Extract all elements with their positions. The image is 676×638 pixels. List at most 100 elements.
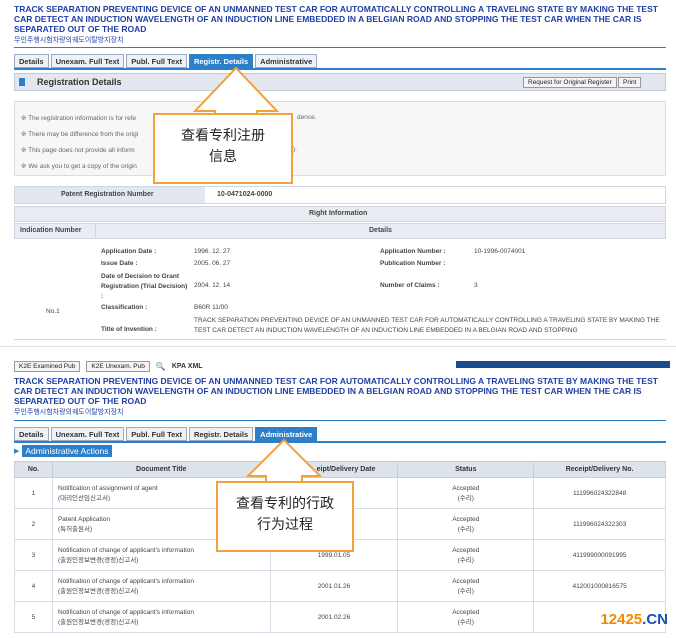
title-of-invention-label: Title of Invention : (101, 326, 157, 333)
right-info-record: No.1 Application Date : 1996. 12. 27 Iss… (14, 240, 666, 340)
callout-2-arrow-icon (245, 438, 323, 482)
notice-line-2: ※ There may be difference from the origi (21, 131, 139, 138)
watermark-domain: .CN (642, 611, 668, 628)
watermark-number: 12425 (600, 611, 643, 628)
decision-date: 2004. 12. 14 (194, 282, 231, 289)
notice-line-1: ※ The registration information is for re… (21, 115, 137, 122)
table-row: 4 Notification of change of applicant's … (14, 570, 666, 602)
right-information-row: Right Information (14, 206, 666, 222)
admin-actions-header: ▶ Administrative Actions (14, 445, 112, 457)
col-divider (95, 224, 96, 238)
triangle-right-icon: ▶ (14, 448, 20, 455)
row-status: Accepted (수리) (397, 601, 535, 633)
panel1-title: TRACK SEPARATION PREVENTING DEVICE OF AN… (14, 4, 658, 34)
row-no: 2 (14, 508, 53, 540)
decision-date-label: Date of Decision to Grant Registration (… (101, 273, 188, 300)
panel1-title-korean: 무인주행시험차량의궤도이탈방지장치 (14, 37, 124, 44)
row-status: Accepted (수리) (397, 539, 535, 571)
status-ko: (수리) (457, 556, 474, 564)
row-date: 2001.01.26 (269, 570, 399, 602)
notice-line-3: ※ This page does not provide all inform (21, 147, 135, 154)
kpa-xml-icon: 🔍 (155, 362, 166, 371)
export-toolbar: K2E Examined Pub K2E Unexam. Pub 🔍 KPA X… (14, 361, 203, 372)
document-title-ko: (출원인정보변경(경정)신고서) (57, 618, 139, 626)
callout-2-text: 查看专利的行政行为过程 (236, 495, 334, 532)
notice-box: ※ The registration information is for re… (14, 101, 666, 176)
status-ko: (수리) (457, 494, 474, 502)
tab-publ-full-text[interactable]: Publ. Full Text (126, 54, 187, 68)
indication-number-label: Indication Number (20, 227, 82, 234)
indication-header-row: Indication Number Details (14, 223, 666, 239)
notice-line-3-tail: ). (293, 146, 297, 153)
status-en: Accepted (452, 546, 480, 554)
document-title-ko: (출원인정보변경(경정)신고서) (57, 556, 139, 564)
k2e-unexam-pub-button[interactable]: K2E Unexam. Pub (86, 361, 150, 372)
site-watermark: 12425.CN (600, 611, 668, 628)
callout-registration-info: 查看专利注册信息 (153, 113, 293, 184)
issue-date: 2005. 06. 27 (194, 260, 231, 267)
classification: B60R 11/00 (194, 304, 228, 311)
indication-no: No.1 (46, 308, 60, 315)
document-title-en: Notification of change of applicant's in… (57, 608, 194, 616)
panel2-rule (14, 420, 666, 421)
status-en: Accepted (452, 484, 480, 492)
status-ko: (수리) (457, 587, 474, 595)
k2e-examined-pub-button[interactable]: K2E Examined Pub (14, 361, 81, 372)
row-receipt-no: 111996024322303 (533, 508, 666, 540)
panel2-tab-rule (14, 441, 666, 443)
patent-reg-value: 10-0471024-0000 (217, 191, 273, 198)
row-receipt-no: 411999000091995 (533, 539, 666, 571)
notice-line-4: ※ We ask you to get a copy of the origin (21, 163, 137, 170)
row-document-title[interactable]: Notification of change of applicant's in… (51, 601, 271, 633)
patent-reg-label: Patent Registration Number (61, 191, 154, 198)
utility-bar (456, 361, 670, 368)
row-receipt-no: 111996024322848 (533, 477, 666, 509)
panel2-title-korean: 무인주행시험차량의궤도이탈방지장치 (14, 409, 124, 416)
status-ko: (수리) (457, 618, 474, 626)
status-en: Accepted (452, 608, 480, 616)
registration-details-header: Registration Details Request for Origina… (14, 73, 666, 91)
tab-details[interactable]: Details (14, 54, 49, 68)
status-en: Accepted (452, 515, 480, 523)
col-no: No. (14, 461, 53, 478)
panel2-title: TRACK SEPARATION PREVENTING DEVICE OF AN… (14, 376, 658, 406)
panel1-rule (14, 47, 666, 48)
table-row: 5 Notification of change of applicant's … (14, 601, 666, 633)
tab-unexam-full-text[interactable]: Unexam. Full Text (50, 54, 125, 68)
classification-label: Classification : (101, 304, 148, 311)
document-title-en: Notification of change of applicant's in… (57, 577, 194, 585)
row-no: 1 (14, 477, 53, 509)
row-receipt-no: 412001000816575 (533, 570, 666, 602)
row-date: 2001.02.26 (269, 601, 399, 633)
print-button[interactable]: Print (618, 77, 642, 88)
number-of-claims-label: Number of Claims : (380, 282, 440, 289)
admin-actions-title: Administrative Actions (22, 445, 112, 457)
status-ko: (수리) (457, 525, 474, 533)
callout-1-text: 查看专利注册信息 (181, 127, 265, 164)
publication-number-label: Publication Number : (380, 260, 446, 267)
application-date-label: Application Date : (101, 248, 157, 255)
table-header-row: No. Document Title eipt/Delivery Date St… (14, 461, 666, 478)
section-marker-icon (19, 78, 25, 86)
row-status: Accepted (수리) (397, 508, 535, 540)
callout-administrative-process: 查看专利的行政行为过程 (216, 481, 354, 552)
patent-registration-row: Patent Registration Number 10-0471024-00… (14, 186, 666, 204)
notice-line-1-tail: dence. (297, 114, 317, 121)
title-of-invention: TRACK SEPARATION PREVENTING DEVICE OF AN… (194, 317, 660, 334)
kpa-xml-link[interactable]: KPA XML (172, 363, 203, 370)
application-number: 10-1996-0074001 (474, 248, 526, 255)
panel-divider (0, 346, 676, 347)
tab-publ-full-text[interactable]: Publ. Full Text (126, 427, 187, 441)
right-information-label: Right Information (309, 210, 368, 217)
request-original-register-button[interactable]: Request for Original Register (523, 77, 617, 88)
document-title-ko: (출원인정보변경(경정)신고서) (57, 587, 139, 595)
tab-unexam-full-text[interactable]: Unexam. Full Text (50, 427, 125, 441)
col-document-title: Document Title (51, 461, 271, 478)
section-title: Registration Details (37, 77, 122, 87)
row-no: 5 (14, 601, 53, 633)
row-no: 4 (14, 570, 53, 602)
issue-date-label: Issue Date : (101, 260, 138, 267)
number-of-claims: 3 (474, 282, 478, 289)
tab-details[interactable]: Details (14, 427, 49, 441)
row-document-title[interactable]: Notification of change of applicant's in… (51, 570, 271, 602)
